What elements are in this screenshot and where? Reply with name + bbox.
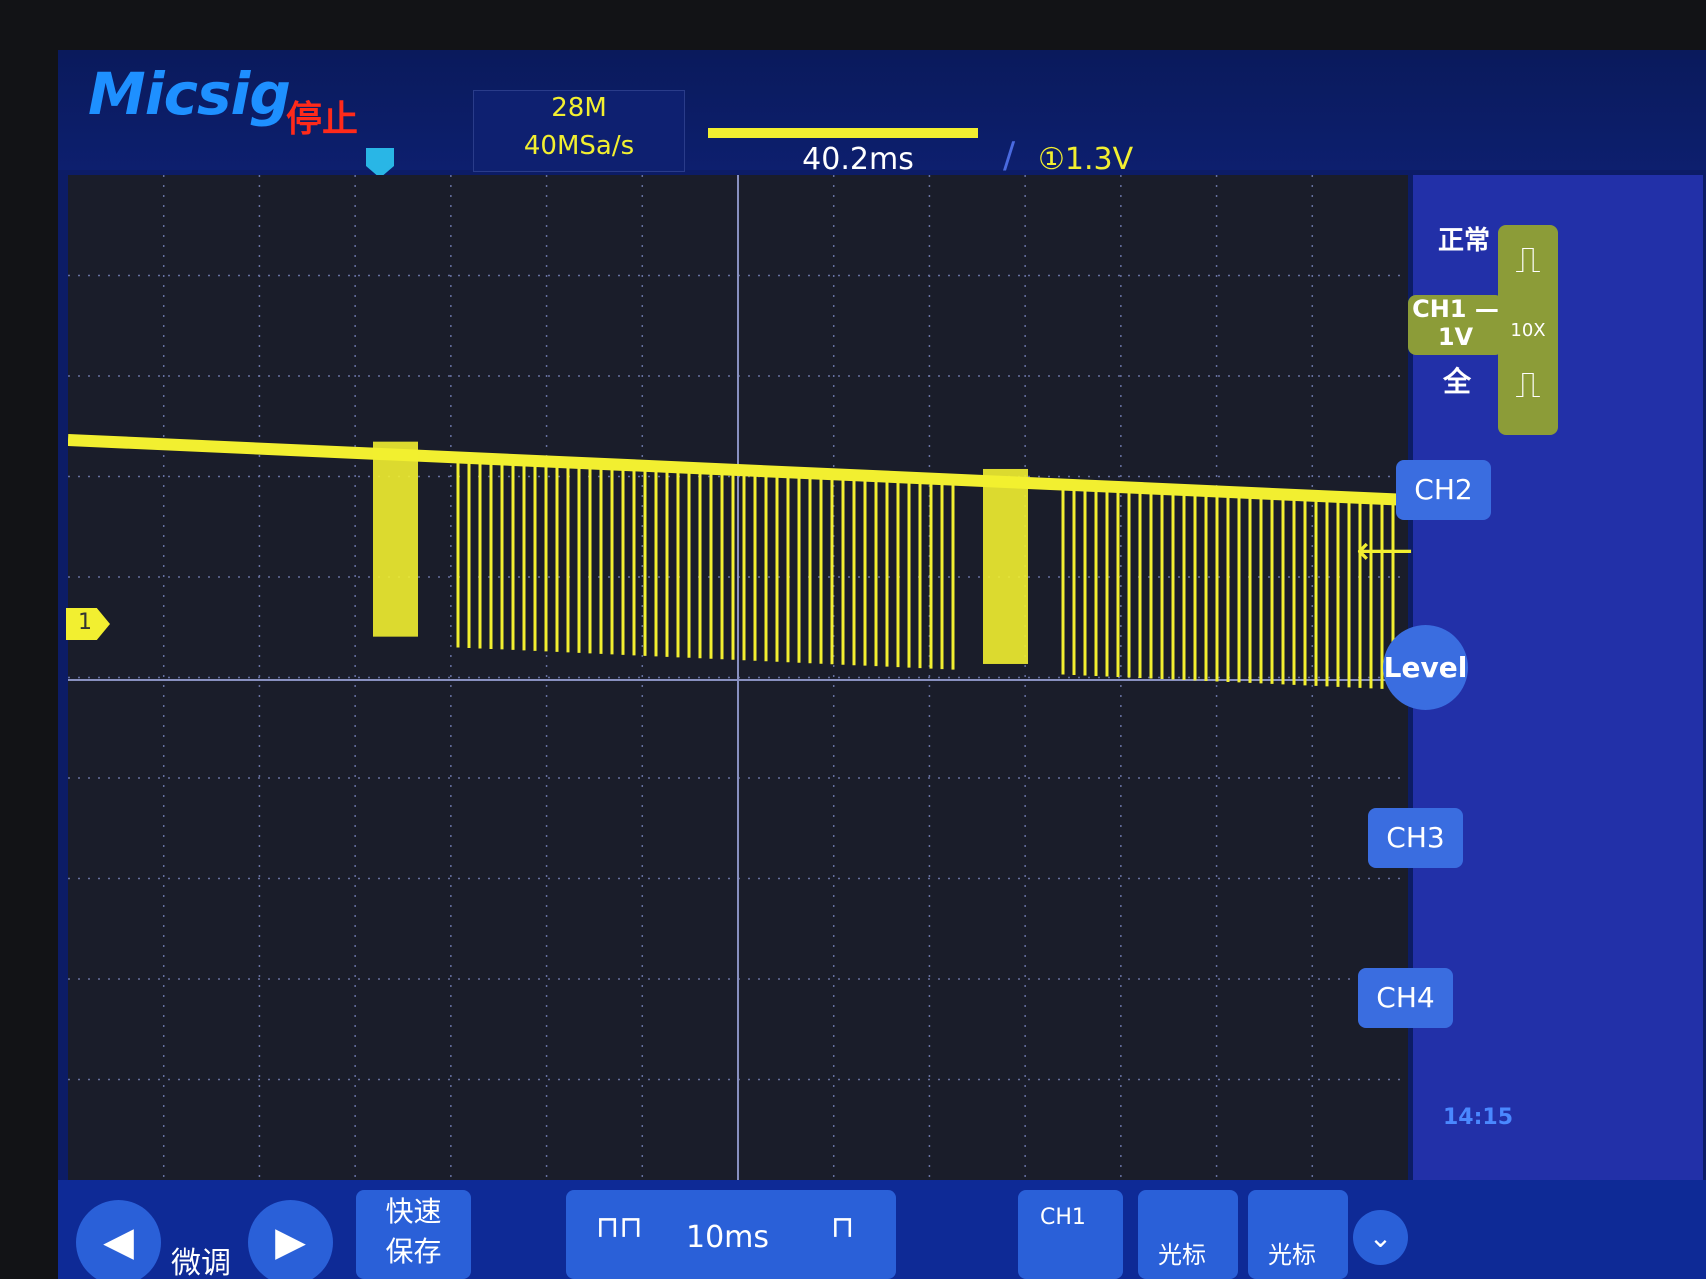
run-stop-status[interactable]: 停止 <box>286 90 358 142</box>
bottom-toolbar: ◀ 微调 ▶ 快速 保存 ⊓⊓ 10ms ⊓ CH1 光标 光标 ⌄ <box>58 1180 1706 1279</box>
top-status-bar: Micsig 停止 28M 40MSa/s 40.2ms / ①1.3V <box>58 50 1706 178</box>
trigger-level[interactable]: ①1.3V <box>1038 142 1133 177</box>
probe-ratio: 10X <box>1510 320 1546 341</box>
horizontal-delay[interactable]: 40.2ms <box>758 142 958 177</box>
ch1-coupling[interactable]: 全 <box>1443 360 1471 400</box>
sample-rate: 40MSa/s <box>523 131 635 161</box>
memory-depth: 28M <box>551 93 607 123</box>
waveform-grid[interactable] <box>68 175 1408 1180</box>
vcursor-label: 光标 <box>1268 1241 1316 1269</box>
right-arrow-button[interactable]: ▶ <box>248 1200 333 1279</box>
ch2-button[interactable]: CH2 <box>1396 460 1491 520</box>
trigger-mode[interactable]: 正常 <box>1438 220 1490 257</box>
level-button[interactable]: Level <box>1383 625 1468 710</box>
quick-save-button[interactable]: 快速 保存 <box>356 1190 471 1279</box>
vcursor-button[interactable]: 光标 <box>1248 1190 1348 1279</box>
trace-burst-block <box>983 468 1028 664</box>
hcursor-label: 光标 <box>1158 1241 1206 1269</box>
zoom-in-icon: ⊓ <box>831 1210 855 1245</box>
left-arrow-button[interactable]: ◀ <box>76 1200 161 1279</box>
trigger-position-marker-icon[interactable] <box>366 148 394 178</box>
memory-position-bar[interactable] <box>708 128 978 138</box>
ch1-label: CH1 — <box>1412 295 1499 323</box>
ch1-scale: 1V <box>1437 323 1474 351</box>
expand-chevron-icon[interactable]: ⌄ <box>1353 1210 1408 1265</box>
timebase-control[interactable]: ⊓⊓ 10ms ⊓ <box>566 1190 896 1279</box>
trigger-slope-icon: / <box>1003 135 1016 176</box>
ch1-tag-button[interactable]: CH1 <box>1018 1190 1123 1279</box>
ch4-button[interactable]: CH4 <box>1358 968 1453 1028</box>
timebase-scale: 10ms <box>686 1220 770 1255</box>
probe-panel[interactable]: ⎍ 10X ⎍ <box>1498 225 1558 435</box>
grid-svg <box>68 175 1408 1180</box>
ch1-tag: CH1 <box>1040 1205 1086 1230</box>
fine-tune-label: 微调 <box>171 1246 231 1279</box>
oscilloscope-screen: Micsig 停止 28M 40MSa/s 40.2ms / ①1.3V 1 正… <box>58 50 1706 1279</box>
ch1-marker-label: 1 <box>78 610 92 635</box>
hcursor-button[interactable]: 光标 <box>1138 1190 1238 1279</box>
brand-logo: Micsig <box>88 60 291 128</box>
pulse-small-icon: ⎍ <box>1515 365 1541 406</box>
pulse-icon: ⎍ <box>1515 240 1541 281</box>
clock: 14:15 <box>1443 1105 1514 1130</box>
quick-label: 快速 <box>385 1195 442 1228</box>
trigger-level-arrow-icon[interactable]: ⟵ <box>1356 528 1413 574</box>
ch1-button[interactable]: CH1 — 1V <box>1408 295 1503 355</box>
acquisition-panel[interactable]: 28M 40MSa/s <box>473 90 685 172</box>
trace-burst-block <box>373 441 418 637</box>
save-label: 保存 <box>385 1235 442 1268</box>
ch3-button[interactable]: CH3 <box>1368 808 1463 868</box>
zoom-out-icon: ⊓⊓ <box>596 1210 643 1245</box>
